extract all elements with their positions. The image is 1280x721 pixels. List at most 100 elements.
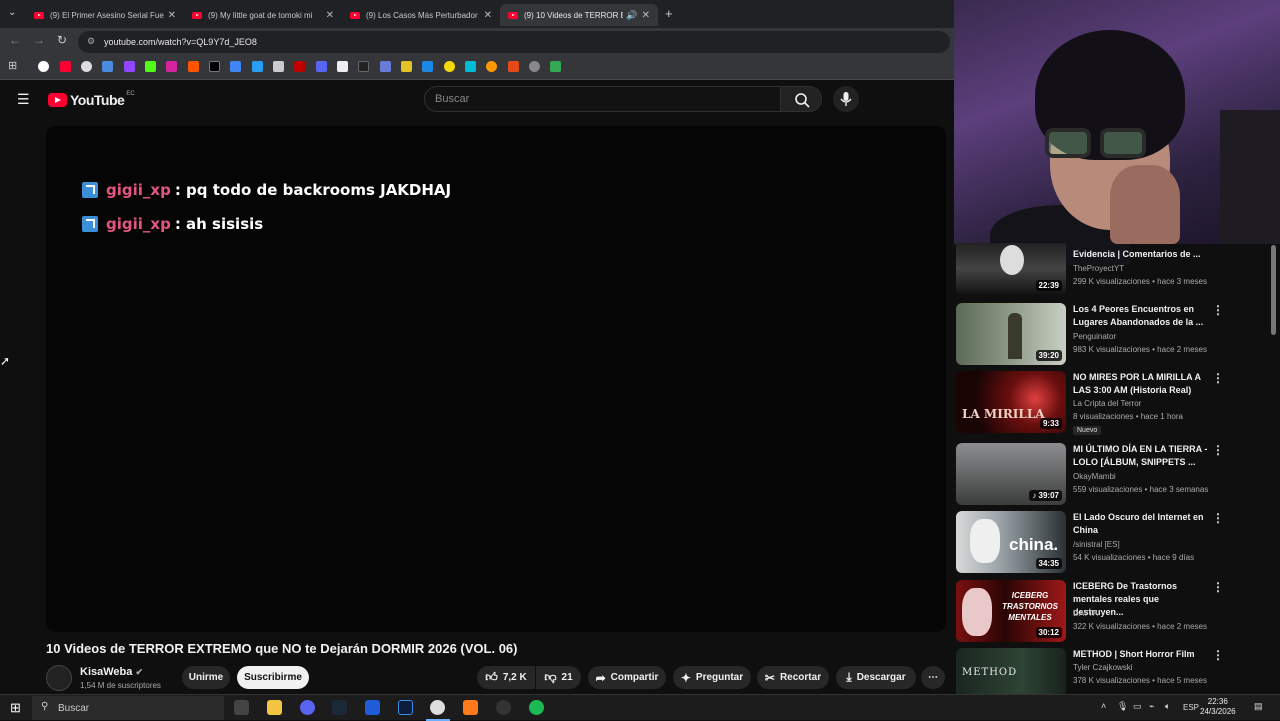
chrome-icon[interactable] <box>430 700 445 715</box>
recommendation-title[interactable]: Evidencia | Comentarios de ... <box>1073 248 1208 261</box>
reload-icon[interactable]: ↻ <box>57 33 67 47</box>
browser-tab[interactable]: (9) Los Casos Más Perturbador ✕ <box>342 4 500 26</box>
clock[interactable]: 22:36 24/3/2026 <box>1200 697 1236 717</box>
instagram-bookmark-icon[interactable] <box>166 61 177 72</box>
recommendation-item[interactable]: ICEBERG TRASTORNOS MENTALES 30:12 ICEBER… <box>956 580 1274 644</box>
clip-button[interactable]: ✂ Recortar <box>757 666 829 689</box>
recommendation-title[interactable]: Los 4 Peores Encuentros en Lugares Aband… <box>1073 303 1208 329</box>
menu-icon[interactable]: ☰ <box>17 91 30 108</box>
obs-icon[interactable] <box>496 700 511 715</box>
close-icon[interactable]: ✕ <box>484 10 492 21</box>
recommendation-channel[interactable]: /sinistral [ES] <box>1073 540 1120 549</box>
bookmark-icon[interactable] <box>252 61 263 72</box>
more-vertical-icon[interactable]: ⋮ <box>1212 303 1224 317</box>
bookmark-icon[interactable] <box>316 61 327 72</box>
taskbar-search-input[interactable]: ⚲ Buscar <box>32 696 224 720</box>
recommendation-title[interactable]: METHOD | Short Horror Film <box>1073 648 1208 661</box>
steam-icon[interactable] <box>332 700 347 715</box>
more-vertical-icon[interactable]: ⋮ <box>1212 648 1224 662</box>
recommendation-channel[interactable]: Tyler Czajkowski <box>1073 663 1133 672</box>
video-thumbnail[interactable]: china. 34:35 <box>956 511 1066 573</box>
close-icon[interactable]: ✕ <box>326 10 334 21</box>
tray-icon[interactable]: ▭ <box>1133 701 1142 712</box>
more-vertical-icon[interactable]: ⋮ <box>1212 443 1224 457</box>
recommendation-item[interactable]: LA MIRILLA 9:33 NO MIRES POR LA MIRILLA … <box>956 371 1274 437</box>
close-icon[interactable]: ✕ <box>642 10 650 21</box>
browser-tab[interactable]: (9) El Primer Asesino Serial Fue ✕ <box>26 4 184 26</box>
video-thumbnail[interactable]: ICEBERG TRASTORNOS MENTALES 30:12 <box>956 580 1066 642</box>
volume-icon[interactable]: 🔈︎ <box>1165 701 1170 712</box>
video-thumbnail[interactable]: 22:39 <box>956 243 1066 295</box>
bookmark-icon[interactable] <box>294 61 305 72</box>
dislike-button[interactable]: 👎︎ 21 <box>536 666 581 689</box>
subscribe-button[interactable]: Suscribirme <box>237 666 309 689</box>
download-button[interactable]: ⤓ Descargar <box>836 666 916 689</box>
google-bookmark-icon[interactable] <box>38 61 49 72</box>
recommendation-channel[interactable]: La Cripta del Terror <box>1073 399 1141 408</box>
bookmark-icon[interactable] <box>81 61 92 72</box>
like-button[interactable]: 👍︎ 7,2 K <box>477 666 535 689</box>
browser-tab[interactable]: (9) My little goat de tomoki mi ✕ <box>184 4 342 26</box>
close-icon[interactable]: ✕ <box>168 10 176 21</box>
bookmark-icon[interactable] <box>102 61 113 72</box>
sidebar-scrollbar[interactable] <box>1271 245 1276 335</box>
recommendation-channel[interactable]: TheProyectYT <box>1073 264 1124 273</box>
bookmark-icon[interactable] <box>273 61 284 72</box>
video-thumbnail[interactable]: LA MIRILLA 9:33 <box>956 371 1066 433</box>
translate-bookmark-icon[interactable] <box>230 61 241 72</box>
x-bookmark-icon[interactable] <box>209 61 220 72</box>
more-actions-button[interactable]: ⋯ <box>921 666 945 689</box>
kick-bookmark-icon[interactable] <box>145 61 156 72</box>
video-thumbnail[interactable]: ♪ 39:07 <box>956 443 1066 505</box>
video-player[interactable]: gigii_xp : pq todo de backrooms JAKDHAJ … <box>46 126 946 632</box>
discord-icon[interactable] <box>300 700 315 715</box>
join-button[interactable]: Unirme <box>182 666 230 689</box>
language-indicator[interactable]: ESP <box>1183 703 1199 712</box>
more-vertical-icon[interactable]: ⋮ <box>1212 511 1224 525</box>
video-thumbnail[interactable]: METHOD <box>956 648 1066 694</box>
recommendation-item[interactable]: METHOD METHOD | Short Horror Film Tyler … <box>956 648 1274 694</box>
recommendation-channel[interactable]: DATTA <box>1073 609 1098 618</box>
back-arrow-icon[interactable]: ← <box>9 33 21 47</box>
recommendation-channel[interactable]: Penguinator <box>1073 332 1116 341</box>
bookmark-icon[interactable] <box>465 61 476 72</box>
forward-arrow-icon[interactable]: → <box>33 33 45 47</box>
file-explorer-icon[interactable] <box>267 700 282 715</box>
bookmark-icon[interactable] <box>422 61 433 72</box>
recommendation-item[interactable]: 39:20 Los 4 Peores Encuentros en Lugares… <box>956 303 1274 367</box>
browser-tab-active[interactable]: (9) 10 Videos de TERROR E 🔊 ✕ <box>500 4 658 26</box>
bookmark-icon[interactable] <box>444 61 455 72</box>
task-view-icon[interactable] <box>234 700 249 715</box>
more-vertical-icon[interactable]: ⋮ <box>1212 580 1224 594</box>
bookmark-icon[interactable] <box>358 61 369 72</box>
apps-grid-icon[interactable]: ⊞ <box>8 59 17 72</box>
url-input[interactable]: ⚙ youtube.com/watch?v=QL9Y7d_JEO8 <box>78 31 950 53</box>
recommendation-item[interactable]: ♪ 39:07 MI ÚLTIMO DÍA EN LA TIERRA - LOL… <box>956 443 1274 507</box>
bookmark-icon[interactable] <box>529 61 540 72</box>
ask-button[interactable]: ✦ Preguntar <box>673 666 751 689</box>
video-thumbnail[interactable]: 39:20 <box>956 303 1066 365</box>
twitch-bookmark-icon[interactable] <box>124 61 135 72</box>
notifications-icon[interactable]: ▤ <box>1254 701 1263 712</box>
voice-search-button[interactable] <box>833 86 859 112</box>
tray-chevron-icon[interactable]: ˄ <box>1101 701 1106 711</box>
network-icon[interactable]: ⌁ <box>1149 701 1154 712</box>
windows-start-icon[interactable]: ⊞ <box>10 700 21 716</box>
speaker-icon[interactable]: 🔊 <box>626 10 637 21</box>
recommendation-channel[interactable]: OkayMambi <box>1073 472 1116 481</box>
youtube-bookmark-icon[interactable] <box>60 61 71 72</box>
photoshop-icon[interactable] <box>398 700 413 715</box>
microphone-tray-icon[interactable]: 🎙︎ <box>1117 701 1128 712</box>
youtube-logo[interactable]: YouTube EC <box>48 91 135 108</box>
recommendation-item[interactable]: china. 34:35 El Lado Oscuro del Internet… <box>956 511 1274 575</box>
tab-search-chevron-icon[interactable]: ⌄ <box>8 7 16 18</box>
sheets-bookmark-icon[interactable] <box>550 61 561 72</box>
spotify-icon[interactable] <box>529 700 544 715</box>
recommendation-title[interactable]: El Lado Oscuro del Internet en China <box>1073 511 1208 537</box>
channel-avatar[interactable] <box>46 665 72 691</box>
bookmark-icon[interactable] <box>486 61 497 72</box>
bookmark-icon[interactable] <box>401 61 412 72</box>
fl-studio-icon[interactable] <box>463 700 478 715</box>
search-button[interactable] <box>780 86 822 112</box>
bookmark-icon[interactable] <box>380 61 391 72</box>
